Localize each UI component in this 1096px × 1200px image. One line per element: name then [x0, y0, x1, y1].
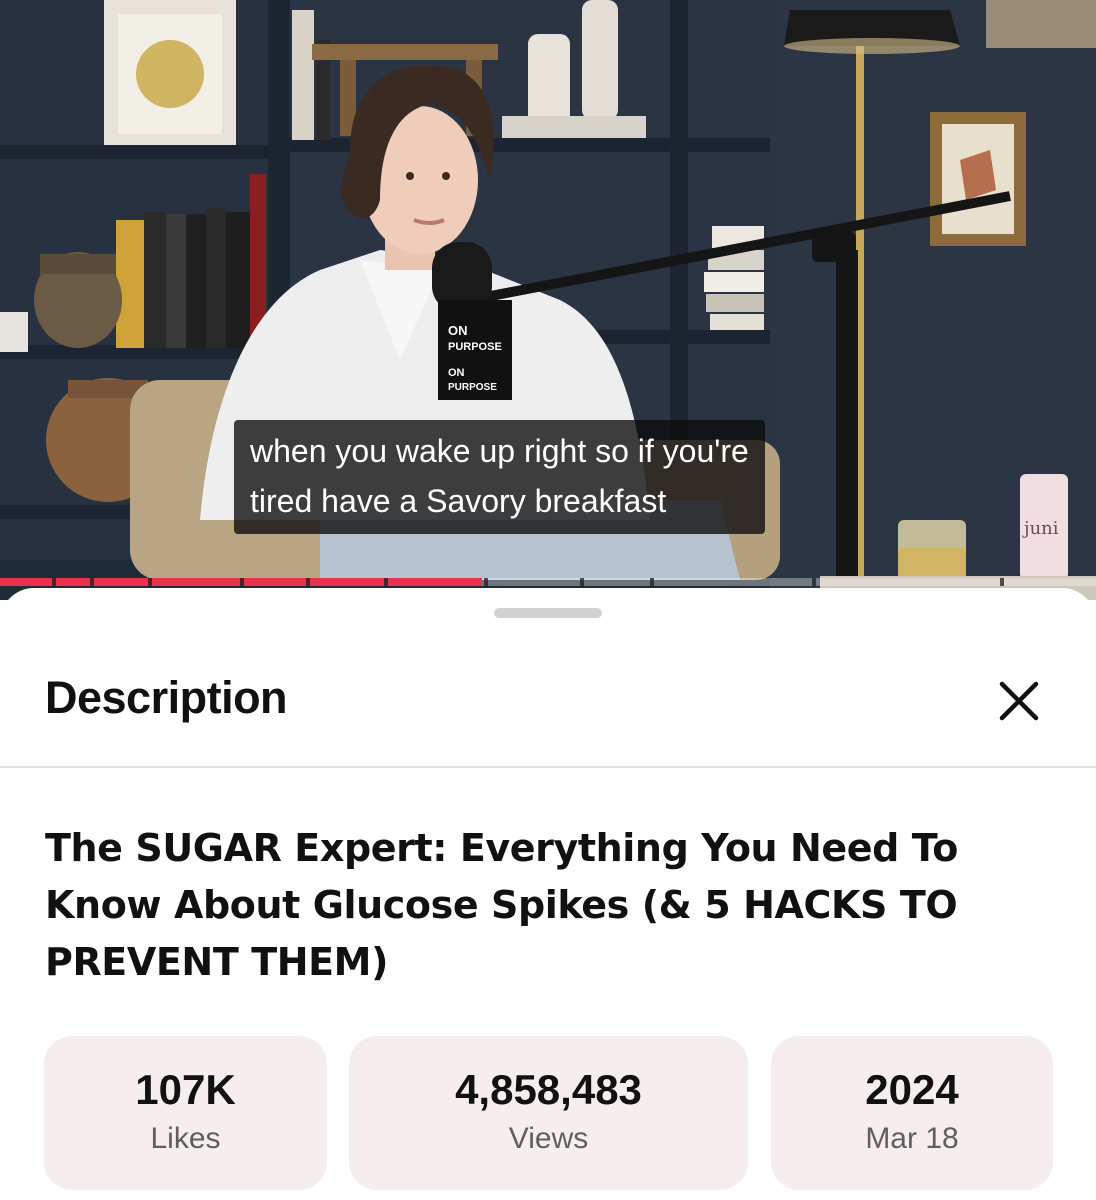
views-stat: 4,858,483 Views	[349, 1036, 748, 1190]
likes-label: Likes	[150, 1122, 221, 1155]
chapter-separator	[148, 578, 152, 586]
caption-line-2: tired have a Savory breakfast	[250, 483, 667, 519]
chapter-separator	[384, 578, 388, 586]
video-title: The SUGAR Expert: Everything You Need To…	[45, 826, 958, 984]
svg-text:PURPOSE: PURPOSE	[448, 382, 497, 393]
chapter-separator	[1000, 578, 1004, 586]
chapter-separator	[240, 578, 244, 586]
description-sheet: Description The SUGAR Expert: Everything…	[0, 588, 1096, 1200]
caption-line-1: when you wake up right so if you're	[250, 433, 749, 469]
date-stat: 2024 Mar 18	[771, 1036, 1053, 1190]
chapter-separator	[52, 578, 56, 586]
likes-stat: 107K Likes	[44, 1036, 327, 1190]
divider	[0, 766, 1096, 768]
close-button[interactable]	[992, 674, 1046, 728]
close-icon	[999, 681, 1039, 721]
chapter-separator	[580, 578, 584, 586]
views-label: Views	[508, 1122, 589, 1155]
svg-text:PURPOSE: PURPOSE	[448, 341, 502, 353]
drag-handle[interactable]	[494, 608, 602, 618]
publish-year: 2024	[865, 1066, 959, 1113]
sheet-title: Description	[45, 672, 288, 723]
svg-text:juni: juni	[1022, 518, 1059, 539]
chapter-separator	[484, 578, 488, 586]
video-player[interactable]: ON PURPOSE ON PURPOSE juni when you wake…	[0, 0, 1096, 600]
views-count: 4,858,483	[455, 1066, 642, 1113]
chapter-separator	[306, 578, 310, 586]
svg-text:ON: ON	[448, 367, 465, 379]
likes-count: 107K	[135, 1066, 236, 1113]
chapter-separator	[650, 578, 654, 586]
video-progress-bar[interactable]	[0, 578, 1096, 586]
publish-date: Mar 18	[865, 1122, 959, 1155]
svg-text:ON: ON	[448, 323, 468, 338]
chapter-separator	[90, 578, 94, 586]
stats-row: 107K Likes 4,858,483 Views 2024 Mar 18	[44, 1036, 1054, 1190]
subtitle-caption: when you wake up right so if you're tire…	[234, 420, 765, 534]
chapter-separator	[812, 578, 816, 586]
